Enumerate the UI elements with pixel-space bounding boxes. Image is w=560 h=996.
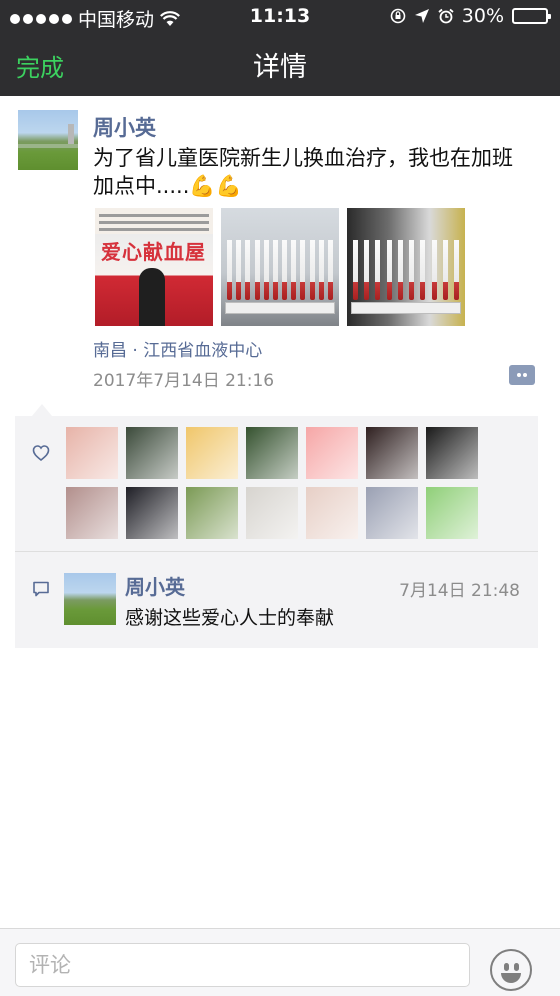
post-timestamp: 2017年7月14日 21:16: [93, 371, 275, 391]
emoji-eye-left: [504, 963, 509, 971]
photo-donation-house[interactable]: 爱心献血屋: [95, 208, 213, 326]
photo-blood-tubes-2[interactable]: [347, 208, 465, 326]
liker-avatar[interactable]: [66, 487, 118, 539]
social-box-pointer: [32, 404, 52, 416]
comment-text[interactable]: 感谢这些爱心人士的奉献: [125, 603, 334, 630]
location-arrow-icon: [414, 9, 429, 23]
liker-avatar[interactable]: [426, 427, 478, 479]
liker-avatar[interactable]: [126, 487, 178, 539]
liker-avatar[interactable]: [66, 427, 118, 479]
emoji-mouth: [501, 973, 521, 983]
emoji-eye-right: [514, 963, 519, 971]
photo-person: [139, 268, 165, 326]
post-location[interactable]: 南昌 · 江西省血液中心: [93, 336, 262, 361]
battery-icon: [512, 8, 551, 24]
liker-avatar[interactable]: [426, 487, 478, 539]
likes-comments-divider: [15, 551, 538, 552]
liker-avatar[interactable]: [186, 487, 238, 539]
liker-avatar[interactable]: [306, 427, 358, 479]
top-bar: 中国移动 11:13 30% 完成 详情: [0, 0, 560, 96]
comment-input[interactable]: [15, 943, 470, 987]
orientation-lock-icon: [390, 8, 406, 24]
liker-avatar[interactable]: [126, 427, 178, 479]
liker-avatar[interactable]: [246, 487, 298, 539]
post-text: 为了省儿童医院新生儿换血治疗，我也在加班加点中.....💪💪: [93, 144, 533, 200]
liker-avatar[interactable]: [186, 427, 238, 479]
post-body: 为了省儿童医院新生儿换血治疗，我也在加班加点中.....: [93, 146, 513, 198]
muscle-emoji: 💪💪: [189, 174, 242, 198]
tube-rack-1: [227, 240, 333, 300]
tube-rack-2: [353, 240, 459, 300]
author-avatar[interactable]: [18, 110, 78, 170]
comment-bubble-icon: [33, 581, 49, 597]
photo-caption-lines: [99, 210, 209, 232]
page-title: 详情: [253, 52, 307, 83]
battery-percent: 30%: [461, 5, 504, 27]
comment-input-bar: [0, 928, 560, 996]
comment-author-avatar[interactable]: [64, 573, 116, 625]
photo-sign-text: 爱心献血屋: [101, 240, 206, 264]
photo-blood-tubes-1[interactable]: [221, 208, 339, 326]
liker-avatar[interactable]: [366, 487, 418, 539]
rack-base-2: [351, 302, 461, 314]
heart-icon: [32, 445, 50, 462]
liker-avatar[interactable]: [366, 427, 418, 479]
more-options-button[interactable]: [509, 365, 535, 385]
liker-avatar[interactable]: [306, 487, 358, 539]
rack-base-1: [225, 302, 335, 314]
comment-time: 7月14日 21:48: [399, 581, 520, 601]
photo-grid: 爱心献血屋: [95, 208, 465, 326]
alarm-icon: [438, 8, 454, 24]
status-right: 30%: [390, 5, 551, 27]
emoji-button[interactable]: [490, 949, 532, 991]
likers-grid: [66, 427, 478, 539]
comment-author[interactable]: 周小英: [125, 571, 185, 600]
author-name[interactable]: 周小英: [93, 112, 156, 142]
avatar-image: [18, 110, 78, 170]
liker-avatar[interactable]: [246, 427, 298, 479]
status-bar: 中国移动 11:13 30%: [0, 0, 560, 32]
